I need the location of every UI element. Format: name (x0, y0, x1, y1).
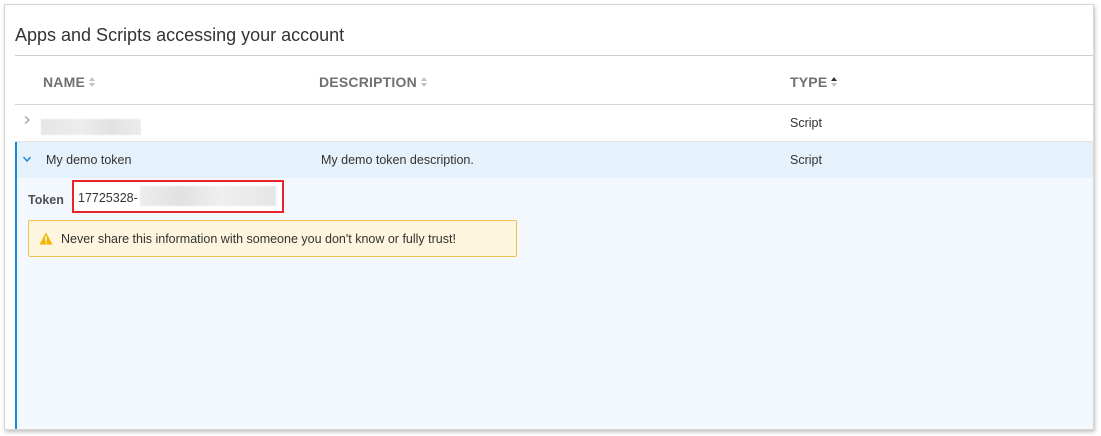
token-value[interactable]: 17725328- (78, 191, 138, 205)
column-header-name[interactable]: NAME (43, 74, 96, 90)
row-type: Script (790, 153, 822, 167)
chevron-down-icon[interactable] (23, 155, 31, 163)
warning-icon (39, 232, 53, 245)
token-detail-panel: Token 17725328- Never share this informa… (15, 178, 1093, 429)
security-warning: Never share this information with someon… (28, 220, 517, 257)
sort-icon (420, 77, 427, 87)
row-type: Script (790, 116, 822, 130)
chevron-right-icon[interactable] (23, 116, 31, 124)
table-header: NAME DESCRIPTION TYPE (15, 56, 1093, 105)
sort-icon (89, 77, 96, 87)
panel-title: Apps and Scripts accessing your account (15, 25, 345, 45)
column-header-name-label: NAME (43, 74, 86, 90)
warning-text: Never share this information with someon… (61, 231, 456, 246)
sort-ascending-icon (831, 77, 838, 87)
row-description: My demo token description. (321, 153, 474, 167)
redacted-name (41, 119, 141, 135)
column-header-type-label: TYPE (790, 74, 828, 90)
row-name: My demo token (46, 153, 132, 167)
redacted-token (140, 186, 276, 206)
token-highlight: 17725328- (72, 180, 284, 213)
column-header-description-label: DESCRIPTION (319, 74, 417, 90)
token-label: Token (28, 193, 64, 207)
apps-scripts-panel: Apps and Scripts accessing your account … (4, 4, 1094, 430)
table-row-selected[interactable]: My demo token My demo token description.… (15, 142, 1093, 178)
table-row[interactable]: Script (15, 105, 1093, 142)
selected-row-accent (15, 142, 17, 429)
column-header-description[interactable]: DESCRIPTION (319, 74, 427, 90)
column-header-type[interactable]: TYPE (790, 74, 838, 90)
